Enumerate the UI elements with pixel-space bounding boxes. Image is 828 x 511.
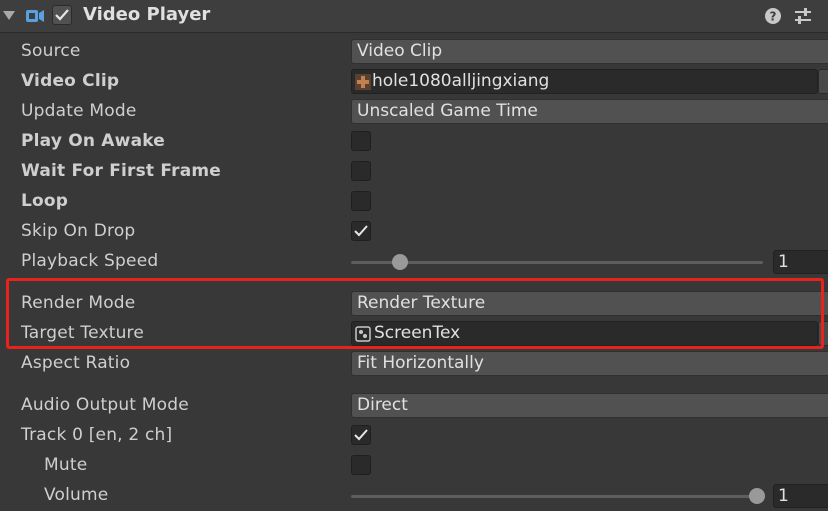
volume-label: Volume xyxy=(44,485,109,505)
row-render-mode: Render Mode Render Texture xyxy=(0,289,828,319)
playback-speed-label: Playback Speed xyxy=(21,251,159,271)
row-mute: Mute xyxy=(0,451,828,481)
component-header: Video Player ? xyxy=(0,0,828,33)
track-0-checkbox[interactable] xyxy=(351,425,371,445)
foldout-arrow-icon[interactable] xyxy=(3,11,15,20)
update-mode-dropdown[interactable]: Unscaled Game Time xyxy=(351,99,828,124)
volume-value: 1 xyxy=(778,486,789,506)
source-value: Video Clip xyxy=(357,41,443,61)
row-source: Source Video Clip xyxy=(0,37,828,67)
loop-label: Loop xyxy=(21,191,69,211)
row-volume: Volume 1 xyxy=(0,481,828,511)
playback-speed-value: 1 xyxy=(778,252,789,272)
update-mode-label: Update Mode xyxy=(21,101,137,121)
playback-speed-slider-track[interactable] xyxy=(351,261,763,264)
row-wait-first-frame: Wait For First Frame xyxy=(0,157,828,187)
playback-speed-slider-thumb[interactable] xyxy=(392,254,409,270)
aspect-ratio-label: Aspect Ratio xyxy=(21,353,131,373)
render-mode-dropdown[interactable]: Render Texture xyxy=(351,291,828,316)
playback-speed-input[interactable]: 1 xyxy=(773,250,828,274)
video-clip-picker-button[interactable] xyxy=(818,69,828,94)
settings-sliders-icon[interactable] xyxy=(793,7,813,25)
row-aspect-ratio: Aspect Ratio Fit Horizontally xyxy=(0,349,828,379)
play-on-awake-label: Play On Awake xyxy=(21,131,166,151)
video-camera-icon xyxy=(26,10,44,22)
checkmark-icon xyxy=(55,9,69,21)
row-video-clip: Video Clip hole1080alljingxiang xyxy=(0,67,828,97)
checkmark-icon xyxy=(354,429,368,441)
component-title: Video Player xyxy=(83,4,211,25)
render-mode-value: Render Texture xyxy=(357,293,486,313)
row-loop: Loop xyxy=(0,187,828,217)
video-clip-label: Video Clip xyxy=(21,71,120,91)
row-play-on-awake: Play On Awake xyxy=(0,127,828,157)
volume-slider-track[interactable] xyxy=(351,495,757,498)
volume-input[interactable]: 1 xyxy=(773,484,828,508)
wait-first-frame-label: Wait For First Frame xyxy=(21,161,222,181)
video-clip-thumbnail-icon xyxy=(355,74,371,90)
row-track-0: Track 0 [en, 2 ch] xyxy=(0,421,828,451)
audio-output-mode-value: Direct xyxy=(357,395,408,415)
audio-output-mode-label: Audio Output Mode xyxy=(21,395,189,415)
target-texture-label: Target Texture xyxy=(21,323,145,343)
mute-checkbox[interactable] xyxy=(351,455,371,475)
aspect-ratio-value: Fit Horizontally xyxy=(357,353,484,373)
volume-slider-thumb[interactable] xyxy=(749,488,765,504)
loop-checkbox[interactable] xyxy=(351,191,371,211)
row-target-texture: Target Texture ScreenTex xyxy=(0,319,828,349)
track-0-label: Track 0 [en, 2 ch] xyxy=(21,425,173,445)
target-texture-value: ScreenTex xyxy=(374,323,461,343)
skip-on-drop-checkbox[interactable] xyxy=(351,221,371,241)
row-skip-on-drop: Skip On Drop xyxy=(0,217,828,247)
video-clip-field[interactable]: hole1080alljingxiang xyxy=(351,69,818,94)
render-texture-icon xyxy=(355,326,371,342)
checkmark-icon xyxy=(354,225,368,237)
video-clip-value: hole1080alljingxiang xyxy=(372,71,550,91)
svg-text:?: ? xyxy=(770,10,777,24)
help-icon[interactable]: ? xyxy=(764,7,782,25)
wait-first-frame-checkbox[interactable] xyxy=(351,161,371,181)
row-update-mode: Update Mode Unscaled Game Time xyxy=(0,97,828,127)
component-enabled-checkbox[interactable] xyxy=(52,5,72,25)
render-mode-label: Render Mode xyxy=(21,293,136,313)
target-texture-picker-button[interactable] xyxy=(818,321,828,346)
row-playback-speed: Playback Speed 1 xyxy=(0,247,828,277)
audio-output-mode-dropdown[interactable]: Direct xyxy=(351,393,828,418)
aspect-ratio-dropdown[interactable]: Fit Horizontally xyxy=(351,351,828,376)
update-mode-value: Unscaled Game Time xyxy=(357,101,538,121)
source-dropdown[interactable]: Video Clip xyxy=(351,39,828,64)
source-label: Source xyxy=(21,41,81,61)
row-audio-output-mode: Audio Output Mode Direct xyxy=(0,391,828,421)
play-on-awake-checkbox[interactable] xyxy=(351,131,371,151)
skip-on-drop-label: Skip On Drop xyxy=(21,221,136,241)
target-texture-field[interactable]: ScreenTex xyxy=(351,321,818,346)
mute-label: Mute xyxy=(44,455,88,475)
